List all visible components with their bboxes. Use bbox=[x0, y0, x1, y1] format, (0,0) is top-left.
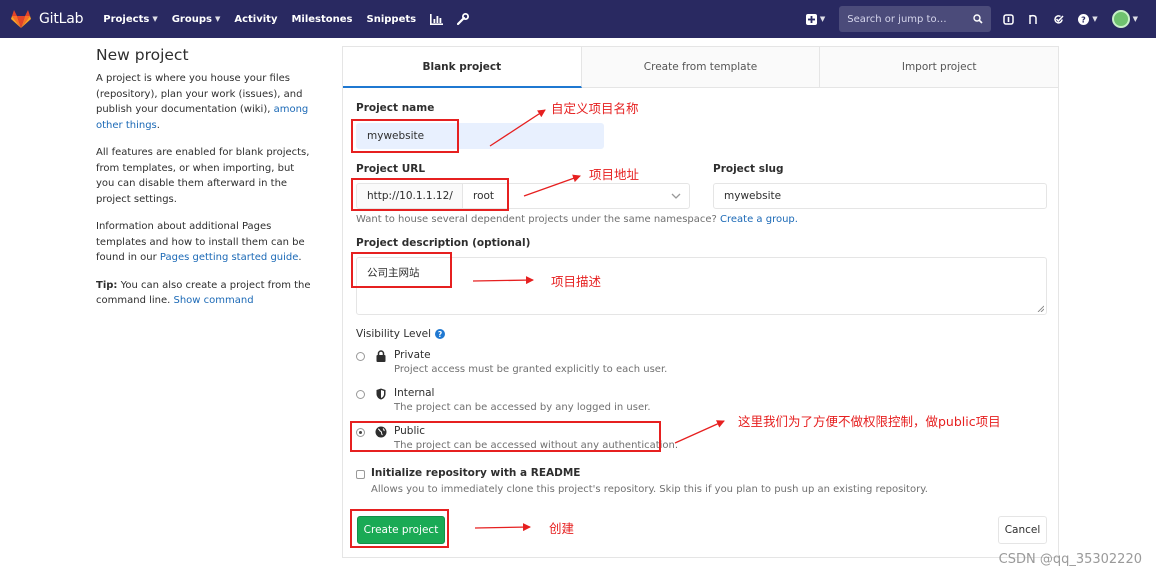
watermark: CSDN @qq_35302220 bbox=[998, 552, 1142, 567]
annotation-arrow-name bbox=[489, 109, 546, 147]
annotation-text-create: 创建 bbox=[549, 521, 575, 536]
annotation-text-public: 这里我们为了方便不做权限控制，做public项目 bbox=[738, 414, 1001, 429]
annotation-text-url: 项目地址 bbox=[589, 167, 640, 182]
annotation-arrow-create bbox=[474, 523, 531, 532]
annotation-arrow-url bbox=[523, 174, 581, 197]
annotation-arrow-public bbox=[674, 420, 725, 444]
annotation-arrow-description bbox=[472, 276, 534, 285]
annotation-text-description: 项目描述 bbox=[551, 274, 602, 289]
annotation-text-name: 自定义项目名称 bbox=[551, 101, 639, 116]
